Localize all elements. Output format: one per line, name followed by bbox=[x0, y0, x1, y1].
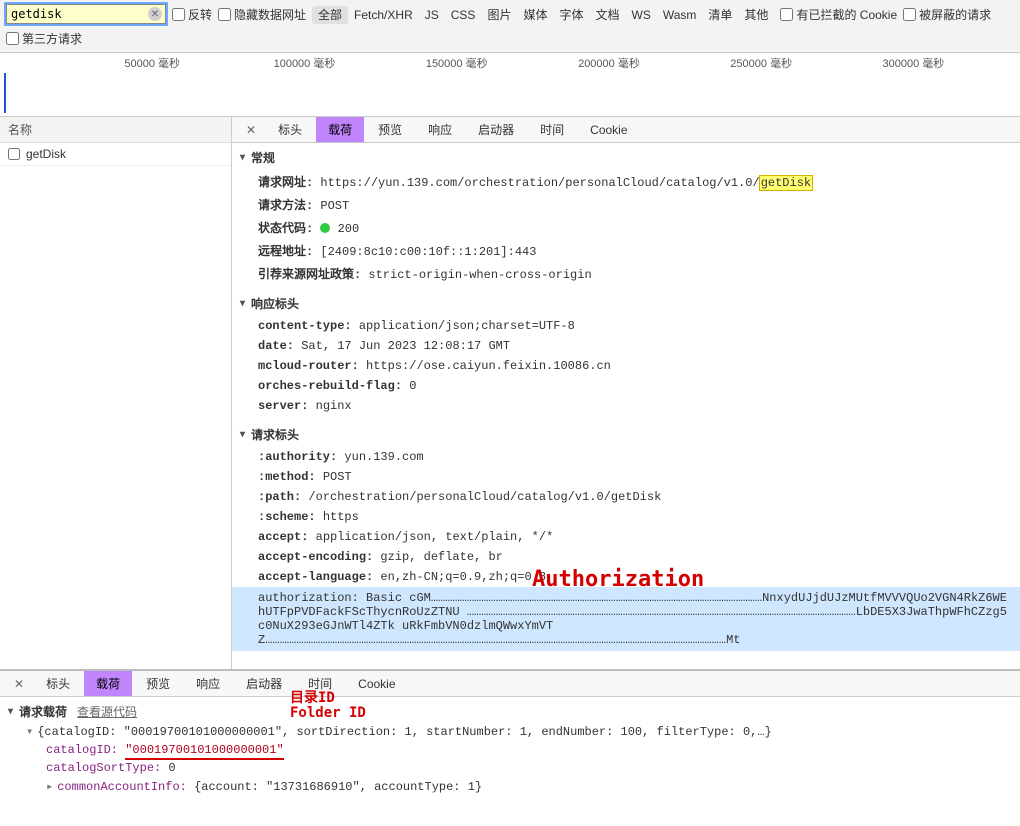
request-header-row: :path: /orchestration/personalCloud/cata… bbox=[232, 487, 1020, 507]
type-filter-pills: 全部Fetch/XHRJSCSS图片媒体字体文档WSWasm清单其他 bbox=[312, 6, 774, 23]
request-list-pane: 名称 getDisk bbox=[0, 117, 232, 669]
tab-响应[interactable]: 响应 bbox=[184, 671, 232, 696]
chk-blocked-cookie[interactable]: 有已拦截的 Cookie bbox=[780, 6, 897, 23]
payload-summary[interactable]: ▾{catalogID: "00019700101000000001", sor… bbox=[0, 722, 1020, 741]
tab-Cookie[interactable]: Cookie bbox=[578, 119, 639, 141]
request-header-row: :method: POST bbox=[232, 467, 1020, 487]
request-list-header: 名称 bbox=[0, 117, 231, 143]
search-input[interactable] bbox=[6, 4, 166, 24]
request-item[interactable]: getDisk bbox=[0, 143, 231, 166]
request-header-row: accept-language: en,zh-CN;q=0.9,zh;q=0.8 bbox=[232, 567, 1020, 587]
section-general[interactable]: 常规 bbox=[232, 145, 1020, 170]
details-tabs-bottom: ✕ 标头载荷预览响应启动器时间Cookie bbox=[0, 671, 1020, 697]
section-payload[interactable]: 请求载荷 bbox=[8, 703, 67, 720]
network-filter-bar: ✕ 反转 隐藏数据网址 全部Fetch/XHRJSCSS图片媒体字体文档WSWa… bbox=[0, 0, 1020, 53]
row-status: 状态代码: 200 bbox=[232, 216, 1020, 239]
filter-pill-CSS[interactable]: CSS bbox=[445, 6, 482, 24]
response-header-row: date: Sat, 17 Jun 2023 12:08:17 GMT bbox=[232, 336, 1020, 356]
chk-third-party[interactable]: 第三方请求 bbox=[6, 30, 82, 47]
request-header-row: :scheme: https bbox=[232, 507, 1020, 527]
filter-pill-Fetch/XHR[interactable]: Fetch/XHR bbox=[348, 6, 419, 24]
filter-pill-图片[interactable]: 图片 bbox=[481, 6, 517, 24]
payload-row: catalogID: "00019700101000000001" bbox=[0, 741, 1020, 759]
filter-pill-WS[interactable]: WS bbox=[626, 6, 657, 24]
filter-pill-字体[interactable]: 字体 bbox=[553, 6, 589, 24]
filter-pill-其他[interactable]: 其他 bbox=[738, 6, 774, 24]
timeline-marker bbox=[4, 73, 6, 113]
chk-invert[interactable]: 反转 bbox=[172, 6, 212, 23]
row-remote: 远程地址: [2409:8c10:c00:10f::1:201]:443 bbox=[232, 239, 1020, 262]
tab-时间[interactable]: 时间 bbox=[528, 117, 576, 142]
tab-时间[interactable]: 时间 bbox=[296, 671, 344, 696]
timeline-overview[interactable]: 50000 毫秒 100000 毫秒 150000 毫秒 200000 毫秒 25000… bbox=[0, 53, 1020, 117]
row-method: 请求方法: POST bbox=[232, 193, 1020, 216]
status-dot-icon bbox=[320, 223, 330, 233]
view-source-link[interactable]: 查看源代码 bbox=[77, 703, 137, 720]
timeline-tick: 200000 毫秒 bbox=[578, 55, 640, 71]
tab-预览[interactable]: 预览 bbox=[366, 117, 414, 142]
row-url: 请求网址: https://yun.139.com/orchestration/… bbox=[232, 170, 1020, 193]
chk-hide-data-url[interactable]: 隐藏数据网址 bbox=[218, 6, 306, 23]
row-refpol: 引荐来源网址政策: strict-origin-when-cross-origi… bbox=[232, 262, 1020, 285]
request-item-check[interactable] bbox=[8, 148, 20, 160]
tab-标头[interactable]: 标头 bbox=[266, 117, 314, 142]
filter-pill-JS[interactable]: JS bbox=[419, 6, 445, 24]
payload-row: ▸commonAccountInfo: {account: "137316869… bbox=[0, 777, 1020, 796]
timeline-tick: 300000 毫秒 bbox=[883, 55, 945, 71]
filter-pill-文档[interactable]: 文档 bbox=[589, 6, 625, 24]
timeline-tick: 150000 毫秒 bbox=[426, 55, 488, 71]
timeline-tick: 250000 毫秒 bbox=[730, 55, 792, 71]
request-header-row: accept: application/json, text/plain, */… bbox=[232, 527, 1020, 547]
details-pane: ✕ 标头载荷预览响应启动器时间Cookie 常规 请求网址: https://y… bbox=[232, 117, 1020, 669]
section-response-headers[interactable]: 响应标头 bbox=[232, 291, 1020, 316]
timeline-tick: 50000 毫秒 bbox=[124, 55, 180, 71]
details-tabs-top: ✕ 标头载荷预览响应启动器时间Cookie bbox=[232, 117, 1020, 143]
request-header-row: accept-encoding: gzip, deflate, br bbox=[232, 547, 1020, 567]
filter-pill-清单[interactable]: 清单 bbox=[702, 6, 738, 24]
clear-search-icon[interactable]: ✕ bbox=[148, 7, 162, 21]
response-header-row: content-type: application/json;charset=U… bbox=[232, 316, 1020, 336]
close-details-icon[interactable]: ✕ bbox=[238, 121, 264, 139]
section-request-headers[interactable]: 请求标头 bbox=[232, 422, 1020, 447]
tab-响应[interactable]: 响应 bbox=[416, 117, 464, 142]
search-wrap: ✕ bbox=[6, 4, 166, 24]
request-header-row: :authority: yun.139.com bbox=[232, 447, 1020, 467]
tab-Cookie[interactable]: Cookie bbox=[346, 673, 407, 695]
tab-载荷[interactable]: 载荷 bbox=[84, 671, 132, 696]
tab-预览[interactable]: 预览 bbox=[134, 671, 182, 696]
row-authorization: authorization: Basic cGM…………………………………………… bbox=[232, 587, 1020, 651]
tab-载荷[interactable]: 载荷 bbox=[316, 117, 364, 142]
tab-标头[interactable]: 标头 bbox=[34, 671, 82, 696]
tab-启动器[interactable]: 启动器 bbox=[234, 671, 294, 696]
timeline-tick: 100000 毫秒 bbox=[274, 55, 336, 71]
payload-row: catalogSortType: 0 bbox=[0, 759, 1020, 777]
tab-启动器[interactable]: 启动器 bbox=[466, 117, 526, 142]
response-header-row: orches-rebuild-flag: 0 bbox=[232, 376, 1020, 396]
close-payload-icon[interactable]: ✕ bbox=[6, 675, 32, 693]
filter-pill-Wasm[interactable]: Wasm bbox=[657, 6, 703, 24]
response-header-row: server: nginx bbox=[232, 396, 1020, 416]
filter-pill-全部[interactable]: 全部 bbox=[312, 6, 348, 24]
chk-blocked-req[interactable]: 被屏蔽的请求 bbox=[903, 6, 991, 23]
filter-pill-媒体[interactable]: 媒体 bbox=[517, 6, 553, 24]
payload-panel: ✕ 标头载荷预览响应启动器时间Cookie 请求载荷 查看源代码 ▾{catal… bbox=[0, 669, 1020, 800]
response-header-row: mcloud-router: https://ose.caiyun.feixin… bbox=[232, 356, 1020, 376]
